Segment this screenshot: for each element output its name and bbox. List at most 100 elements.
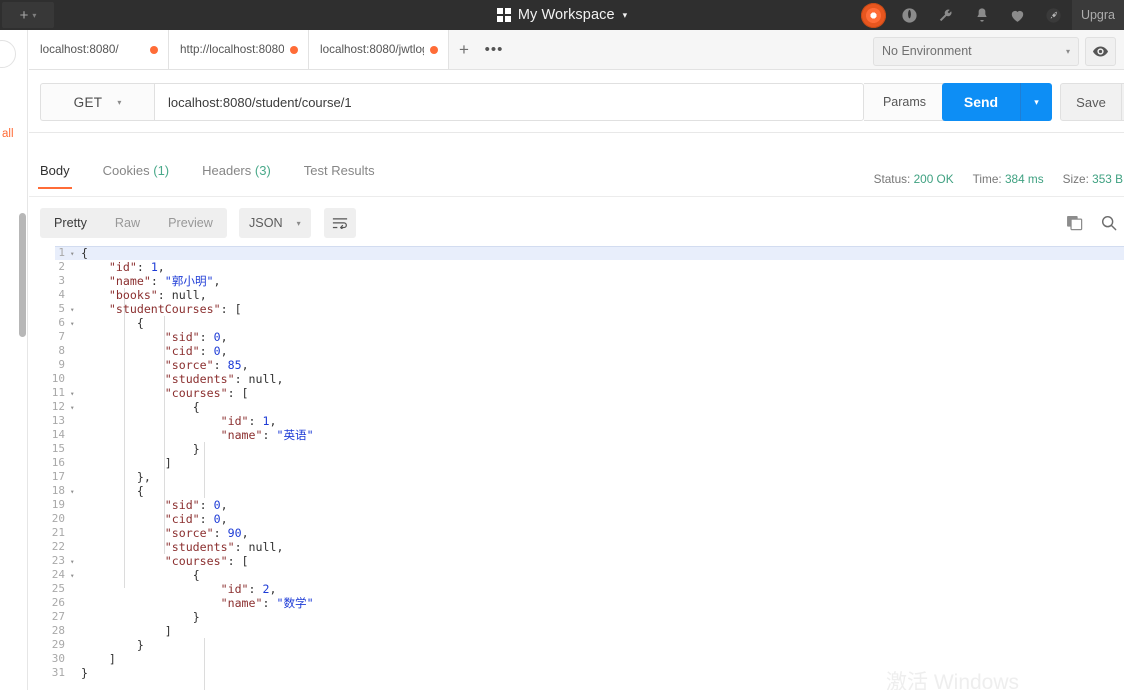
tab-label: Headers — [202, 163, 252, 178]
tab-body[interactable]: Body — [38, 163, 72, 189]
params-button[interactable]: Params — [864, 83, 946, 121]
chevron-down-icon: ▾ — [296, 218, 301, 228]
url-input[interactable]: localhost:8080/student/course/1 — [154, 83, 864, 121]
tab-more-button[interactable]: ••• — [479, 30, 509, 69]
code-line: 27 } — [29, 610, 1124, 624]
line-number: 19 — [51, 498, 65, 511]
http-method-select[interactable]: GET ▾ — [40, 83, 154, 121]
word-wrap-button[interactable] — [324, 208, 356, 238]
copy-icon[interactable] — [1064, 212, 1086, 234]
unsaved-dot-icon — [430, 45, 438, 54]
code-line: 11 ▾ "courses": [ — [29, 386, 1124, 400]
request-tab-label: http://localhost:8080/: — [180, 43, 284, 56]
tab-label: Cookies — [102, 163, 150, 178]
topbar-actions: Upgra — [856, 0, 1124, 30]
response-tools — [1064, 208, 1120, 238]
code-line: 2 "id": 1, — [29, 260, 1124, 274]
tab-headers[interactable]: Headers (3) — [202, 163, 271, 189]
code-line-content: { — [136, 484, 144, 498]
code-line-content: { — [192, 568, 200, 582]
sidebar-scrollbar[interactable] — [19, 213, 26, 337]
new-button[interactable]: + ▾ — [2, 2, 54, 28]
code-line: 28 ] — [29, 624, 1124, 638]
tab-cookies[interactable]: Cookies (1) — [103, 163, 169, 189]
code-line: 9 "sorce": 85, — [29, 358, 1124, 372]
send-button[interactable]: Send — [942, 83, 1020, 121]
tab-test-results[interactable]: Test Results — [304, 163, 375, 189]
sync-icon[interactable] — [856, 0, 892, 30]
upgrade-button[interactable]: Upgra — [1071, 0, 1124, 30]
line-number: 24 — [51, 568, 65, 581]
fold-toggle-icon[interactable]: ▾ — [69, 386, 81, 401]
code-line: 15 } — [29, 442, 1124, 456]
language-select[interactable]: JSON ▾ — [239, 208, 311, 238]
format-pretty-button[interactable]: Pretty — [40, 208, 101, 238]
code-line: 17 }, — [29, 470, 1124, 484]
line-number: 26 — [51, 596, 65, 609]
line-number: 9 — [58, 358, 65, 371]
fold-toggle-icon[interactable]: ▾ — [69, 400, 81, 415]
code-line: 14 "name": "英语" — [29, 428, 1124, 442]
fold-toggle-icon[interactable]: ▾ — [69, 246, 81, 261]
code-line-content: "id": 1, — [220, 414, 277, 428]
workspace-body: localhost:8080/ http://localhost:8080/: … — [29, 30, 1124, 690]
code-line-content: "name": "数学" — [220, 596, 314, 610]
clear-all-link[interactable]: all — [2, 128, 14, 140]
bell-icon[interactable] — [964, 0, 1000, 30]
fold-toggle-icon[interactable]: ▾ — [69, 568, 81, 583]
save-button[interactable]: Save — [1060, 83, 1122, 121]
unsaved-dot-icon — [290, 45, 298, 54]
code-line-content: "cid": 0, — [164, 512, 228, 526]
line-number: 10 — [51, 372, 65, 385]
status-badge[interactable]: Status: 200 OK — [874, 172, 954, 186]
code-line: 10 "students": null, — [29, 372, 1124, 386]
code-line: 20 "cid": 0, — [29, 512, 1124, 526]
code-line: 23 ▾ "courses": [ — [29, 554, 1124, 568]
code-line-content: } — [136, 638, 144, 652]
code-line: 19 "sid": 0, — [29, 498, 1124, 512]
line-number: 2 — [58, 260, 65, 273]
request-tab-2[interactable]: http://localhost:8080/: — [169, 30, 309, 69]
send-options-button[interactable]: ▾ — [1020, 83, 1052, 121]
code-line-content: "cid": 0, — [164, 344, 228, 358]
code-line: 5 ▾ "studentCourses": [ — [29, 302, 1124, 316]
line-number: 30 — [51, 652, 65, 665]
line-number: 18 — [51, 484, 65, 497]
fold-toggle-icon[interactable]: ▾ — [69, 554, 81, 569]
format-preview-button[interactable]: Preview — [154, 208, 227, 238]
globe-icon[interactable] — [892, 0, 928, 30]
code-line: 25 "id": 2, — [29, 582, 1124, 596]
rocket-icon[interactable] — [1036, 0, 1072, 30]
code-line-content: } — [192, 442, 200, 456]
fold-toggle-icon[interactable]: ▾ — [69, 484, 81, 499]
request-tab-label: localhost:8080/jwtlogi — [320, 43, 424, 56]
chevron-down-icon: ▾ — [1065, 46, 1070, 56]
environment-select[interactable]: No Environment ▾ — [873, 36, 1079, 66]
tab-count: (3) — [254, 163, 271, 178]
time-badge: Time: 384 ms — [972, 172, 1044, 186]
search-icon[interactable] — [1098, 212, 1120, 234]
code-line-content: "sid": 0, — [164, 498, 228, 512]
request-tab-1[interactable]: localhost:8080/ — [29, 30, 169, 69]
sidebar-edge: all — [0, 30, 28, 690]
new-tab-button[interactable]: + — [449, 30, 479, 69]
heart-icon[interactable] — [1000, 0, 1036, 30]
wrench-icon[interactable] — [928, 0, 964, 30]
code-line: 12 ▾ { — [29, 400, 1124, 414]
code-line-content: "id": 2, — [220, 582, 277, 596]
fold-toggle-icon[interactable]: ▾ — [69, 302, 81, 317]
environment-quick-look-button[interactable] — [1085, 36, 1116, 66]
line-number: 4 — [58, 288, 65, 301]
workspace-title: My Workspace — [517, 7, 615, 23]
response-body-json[interactable]: 1 ▾{2 "id": 1, 3 "name": "郭小明", 4 "books": … — [29, 246, 1124, 690]
fold-toggle-icon[interactable]: ▾ — [69, 316, 81, 331]
code-line-content: }, — [136, 470, 151, 484]
grid-icon — [496, 8, 511, 22]
language-label: JSON — [249, 216, 283, 230]
code-line-content: ] — [164, 624, 172, 638]
line-number: 31 — [51, 666, 65, 679]
format-raw-button[interactable]: Raw — [101, 208, 154, 238]
request-tab-3[interactable]: localhost:8080/jwtlogi — [309, 30, 449, 69]
line-number: 7 — [58, 330, 65, 343]
code-line-content: "courses": [ — [164, 386, 249, 400]
